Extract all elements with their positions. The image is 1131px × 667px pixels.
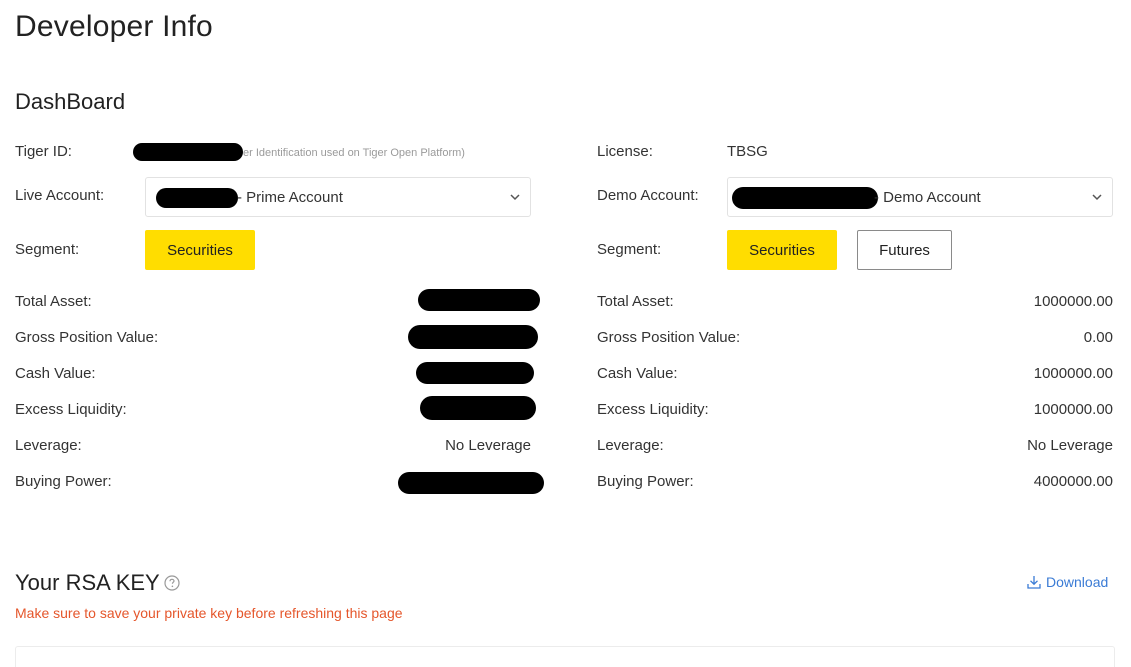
demo-account-label: Demo Account: (597, 187, 699, 204)
rsa-title: Your RSA KEY (15, 570, 160, 595)
chevron-down-icon (510, 194, 520, 201)
demo-cash-value-label: Cash Value: (597, 365, 678, 382)
rsa-key-panel (15, 646, 1115, 667)
live-segment-label: Segment: (15, 241, 80, 258)
demo-cash-value-value: 1000000.00 (1033, 365, 1113, 382)
demo-futures-button[interactable]: Futures (857, 230, 952, 270)
live-total-asset-label: Total Asset: (15, 293, 92, 310)
redacted-cash-value (416, 362, 534, 384)
demo-buying-power-value: 4000000.00 (1033, 473, 1113, 490)
demo-account-select[interactable]: - Demo Account (727, 177, 1113, 217)
demo-segment-label: Segment: (597, 241, 662, 258)
redacted-live-account (156, 188, 238, 208)
rsa-warning: Make sure to save your private key befor… (15, 605, 403, 621)
redacted-demo-account (732, 187, 878, 209)
dashboard-title: DashBoard (15, 89, 126, 114)
download-label: Download (1046, 574, 1109, 590)
license-label: License: (597, 143, 653, 160)
page-title: Developer Info (15, 10, 213, 43)
download-link[interactable]: Download (1026, 574, 1108, 590)
redacted-total-asset (418, 289, 540, 311)
demo-total-asset-value: 1000000.00 (1033, 293, 1113, 310)
demo-leverage-value: No Leverage (1027, 437, 1113, 454)
live-excess-liquidity-label: Excess Liquidity: (15, 401, 127, 418)
redacted-buying-power (398, 472, 544, 494)
redacted-excess-liquidity (420, 396, 536, 420)
live-buying-power-label: Buying Power: (15, 473, 112, 490)
download-icon (1027, 576, 1041, 589)
live-gross-position-label: Gross Position Value: (15, 329, 159, 346)
redacted-tiger-id (133, 143, 243, 161)
tiger-id-label: Tiger ID: (15, 143, 72, 160)
demo-gross-position-label: Gross Position Value: (597, 329, 741, 346)
chevron-down-icon (1092, 194, 1102, 201)
live-account-label: Live Account: (15, 187, 105, 204)
question-circle-icon[interactable] (164, 575, 180, 591)
redacted-gross-position (408, 325, 538, 349)
demo-account-value: - Demo Account (874, 189, 981, 206)
demo-total-asset-label: Total Asset: (597, 293, 674, 310)
live-account-select[interactable]: - Prime Account (145, 177, 531, 217)
tiger-id-hint: er Identification used on Tiger Open Pla… (243, 147, 465, 159)
live-securities-button[interactable]: Securities (145, 230, 255, 270)
license-value: TBSG (727, 143, 768, 160)
demo-leverage-label: Leverage: (597, 437, 664, 454)
live-account-value: - Prime Account (237, 189, 343, 206)
demo-securities-button[interactable]: Securities (727, 230, 837, 270)
demo-excess-liquidity-label: Excess Liquidity: (597, 401, 709, 418)
live-cash-value-label: Cash Value: (15, 365, 96, 382)
demo-buying-power-label: Buying Power: (597, 473, 694, 490)
live-leverage-label: Leverage: (15, 437, 82, 454)
demo-gross-position-value: 0.00 (1083, 329, 1113, 346)
live-leverage-value: No Leverage (445, 437, 531, 454)
demo-excess-liquidity-value: 1000000.00 (1033, 401, 1113, 418)
